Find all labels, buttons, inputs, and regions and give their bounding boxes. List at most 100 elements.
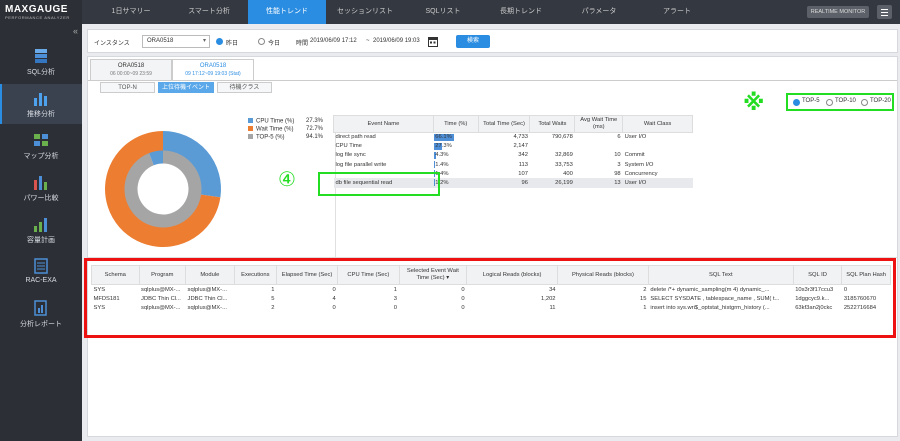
calendar-icon[interactable]	[428, 36, 438, 47]
total-waits-cell: 790,678	[551, 134, 573, 141]
instance-select[interactable]: ORA0518 ▾	[142, 35, 210, 48]
wait-class-cell: System I/O	[624, 161, 654, 168]
filter-bar: インスタンス ORA0518 ▾ 昨日 今日 時間 2019/06/09 17:…	[87, 29, 898, 53]
avg-wait-cell	[575, 142, 623, 151]
realtime-monitor-button[interactable]: REALTIME MONITOR	[807, 6, 869, 18]
time-pct-cell: 4.3%	[433, 151, 478, 160]
instance-tab-range: 06 00:00~09 23:59	[110, 71, 152, 77]
tab-session-list[interactable]: セッションリスト	[326, 0, 404, 24]
table-row[interactable]: log file parallel write 1.4% 113 33,753 3 Sys…	[334, 160, 693, 169]
top5-radio[interactable]	[793, 99, 800, 106]
instance-tab-selected-range[interactable]: ORA0518 09 17:12~09 19:03 (Stat)	[172, 59, 254, 81]
sidebar-item-label: 推移分析	[27, 111, 55, 118]
donut-slice-1-1[interactable]	[149, 150, 164, 166]
wait-class-cell: Concurrency	[624, 170, 658, 177]
total-time-cell: 2,147	[513, 143, 528, 150]
time-from-field[interactable]: 2019/06/09 17:12	[310, 38, 357, 44]
chevron-down-icon: ▾	[202, 38, 206, 44]
tab-long-trend[interactable]: 長期トレンド	[482, 0, 560, 24]
time-pct-cell: 1.2%	[433, 178, 479, 188]
instance-label: インスタンス	[94, 41, 130, 47]
annotation-green-highlight	[318, 172, 440, 196]
tab-parameter[interactable]: パラメータ	[560, 0, 638, 24]
total-waits-cell: 26,199	[529, 178, 575, 188]
tab-sql-list[interactable]: SQLリスト	[404, 0, 482, 24]
collapse-icon[interactable]: «	[73, 26, 78, 36]
tab-daily-summary[interactable]: 1日サマリー	[92, 0, 170, 24]
event-name-cell: log file sync	[335, 152, 366, 159]
top5-label: TOP-5	[802, 98, 820, 104]
table-row[interactable]: log file sync 4.3% 342 32,869 10 Commit	[334, 151, 693, 160]
subtab-top-wait-events[interactable]: 上位待機イベント	[158, 82, 214, 93]
subtab-wait-class[interactable]: 待機クラス	[217, 82, 272, 93]
column-header-event-name[interactable]: Event Name	[333, 115, 434, 133]
today-radio[interactable]	[258, 38, 265, 45]
yesterday-label: 昨日	[226, 41, 239, 47]
instance-tab-full-day[interactable]: ORA0518 06 00:00~09 23:59	[90, 59, 172, 81]
time-pct-cell: 66.1%	[433, 133, 478, 142]
total-time-cell: 342	[518, 152, 528, 159]
time-label: 時間	[296, 41, 309, 47]
top20-label: TOP-20	[870, 98, 891, 104]
top10-label: TOP-10	[835, 98, 856, 104]
total-time-cell: 113	[518, 161, 528, 168]
search-button[interactable]: 検索	[456, 35, 490, 48]
time-to-field[interactable]: 2019/06/09 19:03	[373, 38, 420, 44]
time-pct-value: 1.4%	[435, 161, 449, 168]
menu-icon[interactable]	[877, 5, 892, 19]
avg-wait-cell: 98	[614, 170, 621, 177]
report-icon	[34, 300, 47, 316]
wait-class-cell: Commit	[624, 152, 645, 159]
avg-wait-cell: 3	[617, 161, 621, 168]
legend-item-cpu-time: CPU Time (%) 27.3%	[248, 118, 323, 125]
top20-radio[interactable]	[861, 99, 868, 106]
logo-title: MAXGAUGE	[5, 4, 68, 15]
sidebar-item-sql-analysis[interactable]: SQL分析	[0, 42, 82, 82]
annotation-kome-mark: ※	[743, 90, 765, 115]
sidebar-item-rac-exa[interactable]: RAC-EXA	[0, 252, 82, 292]
column-header-avg-wait[interactable]: Avg Wait Time (ms)	[574, 115, 624, 133]
tab-divider	[88, 80, 897, 81]
legend-value: 72.7%	[306, 126, 324, 132]
column-header-total-waits[interactable]: Total Waits	[529, 115, 576, 133]
column-header-time-pct[interactable]: Time (%)	[432, 115, 479, 133]
capacity-chart-icon	[34, 218, 47, 232]
avg-wait-cell: 10	[614, 152, 621, 159]
total-waits-cell: 32,869	[555, 152, 573, 159]
column-header-wait-class[interactable]: Wait Class	[622, 115, 693, 133]
event-name-cell: log file parallel write	[335, 161, 387, 168]
annotation-red-highlight	[84, 258, 896, 338]
tab-smart-analysis[interactable]: スマート分析	[170, 0, 248, 24]
tab-alert[interactable]: アラート	[638, 0, 716, 24]
total-time-cell: 107	[518, 170, 528, 177]
time-pct-value: 27.3%	[435, 143, 452, 150]
sidebar-item-trend-analysis[interactable]: 推移分析	[0, 84, 82, 124]
legend-label: CPU Time (%)	[256, 118, 295, 125]
sidebar-item-capacity-plan[interactable]: 容量計画	[0, 210, 82, 250]
time-pct-cell: 27.3%	[433, 142, 478, 151]
time-pct-cell: 1.4%	[433, 169, 478, 178]
active-indicator	[0, 84, 2, 124]
sidebar-item-label: マップ分析	[23, 153, 59, 160]
sidebar-item-label: 分析レポート	[20, 321, 62, 328]
column-header-total-time[interactable]: Total Time (Sec)	[477, 115, 531, 133]
sidebar-item-power-compare[interactable]: パワー比較	[0, 168, 82, 208]
event-name-cell: CPU Time	[335, 143, 362, 150]
top10-radio[interactable]	[826, 99, 833, 106]
sidebar-item-report[interactable]: 分析レポート	[0, 294, 82, 334]
time-pct-value: 66.1%	[435, 134, 452, 141]
sidebar-item-map-analysis[interactable]: マップ分析	[0, 126, 82, 166]
instance-value: ORA0518	[147, 38, 174, 44]
annotation-circle-4: ④	[278, 169, 296, 191]
instance-tab-name: ORA0518	[199, 63, 227, 69]
subtab-top-n[interactable]: TOP-N	[100, 82, 155, 93]
yesterday-radio[interactable]	[216, 38, 223, 45]
donut-slice-1-0[interactable]	[124, 150, 202, 228]
total-waits-cell: 400	[563, 170, 573, 177]
table-row[interactable]: direct path read 66.1% 4,733 790,678 6 User I…	[334, 133, 693, 142]
tab-performance-trend[interactable]: 性能トレンド	[248, 0, 326, 24]
top-nav: 1日サマリー スマート分析 性能トレンド セッションリスト SQLリスト 長期ト…	[82, 0, 900, 24]
sidebar-item-label: 容量計画	[27, 237, 55, 244]
table-row[interactable]: CPU Time 27.3% 2,147	[334, 142, 693, 151]
database-icon	[35, 49, 47, 63]
